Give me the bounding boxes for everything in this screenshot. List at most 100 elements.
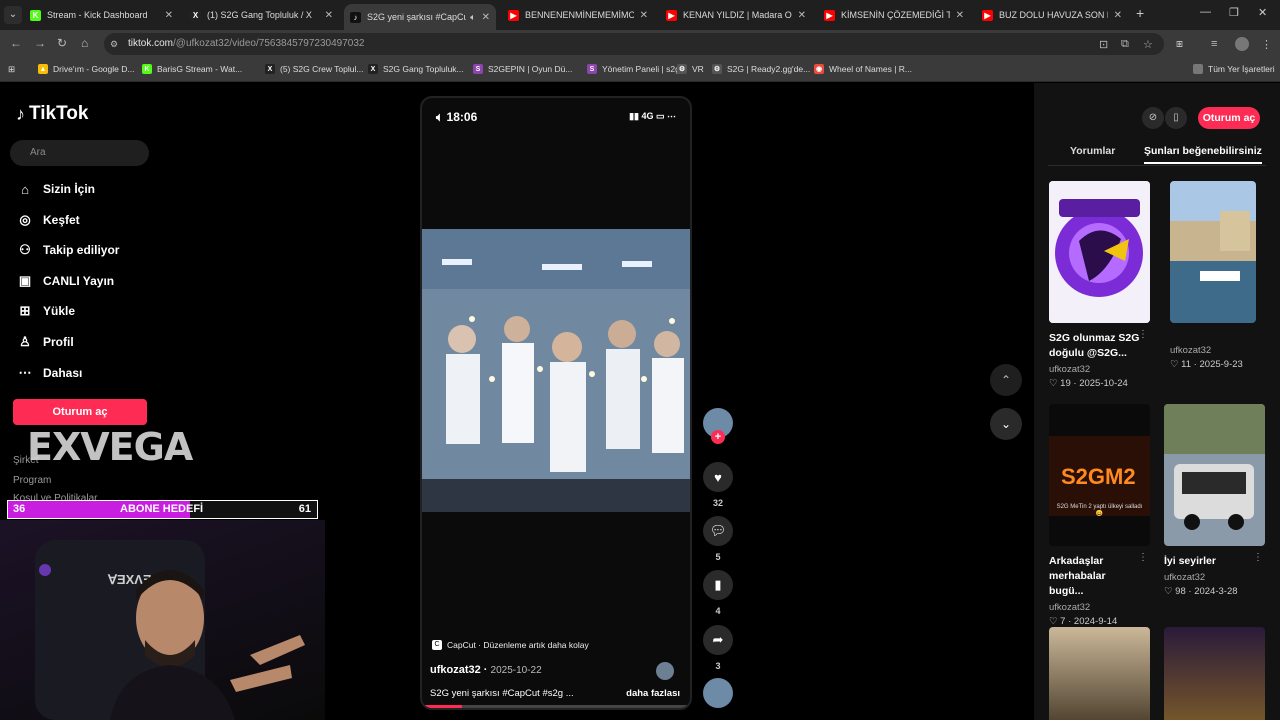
browser-tab[interactable]: ▶ BUZ DOLU HAVUZA SON DÜŞE ✕ [976, 4, 1128, 26]
bookmark-item[interactable]: ⚙ S2G | Ready2.gg'de... [712, 64, 810, 74]
login-button-top[interactable]: Oturum aç [1198, 107, 1260, 129]
share-count: 3 [715, 661, 721, 671]
back-icon[interactable]: ← [10, 36, 22, 50]
card-user: ufkozat32 [1049, 364, 1091, 375]
share-action[interactable]: ➦ 3 [703, 625, 733, 671]
phone-status-right: ▮▮ 4G ▭ ⋯ [629, 111, 676, 121]
url-path: /@ufkozat32/video/7563845797230497032 [173, 38, 365, 49]
recommended-card[interactable]: ⋮ İyi seyirler ufkozat32 ♡ 98 · 2024-3-2… [1164, 404, 1265, 597]
tab-close-icon[interactable]: ✕ [325, 10, 333, 21]
bookmark-item[interactable]: K BarisG Stream - Wat... [142, 64, 242, 74]
media-icon[interactable]: ≡ [1211, 38, 1217, 50]
device-icon[interactable]: ▯ [1165, 107, 1187, 129]
sidebar-item[interactable]: ⊞ Yükle [16, 301, 75, 321]
extensions-icon[interactable]: ⧆ [1176, 38, 1183, 51]
tab-search-button[interactable]: ⌄ [4, 6, 22, 24]
folder-icon [1193, 64, 1203, 74]
bookmark-item[interactable]: ◉ Wheel of Names | R... [814, 64, 912, 74]
sidebar-item[interactable]: ⌂ Sizin İçin [16, 179, 95, 199]
translate-icon[interactable]: ⊡ [1099, 38, 1108, 51]
heart-outline-icon: ♡ [1049, 616, 1058, 627]
bookmark-label: Yönetim Paneli | s2g... [602, 64, 687, 74]
save-action[interactable]: ▮ 4 [703, 570, 733, 616]
cast-icon[interactable]: ⧉ [1121, 38, 1129, 51]
card-more-icon[interactable]: ⋮ [1253, 552, 1263, 563]
video-author[interactable]: ufkozat32 · 2025-10-22 [430, 664, 542, 676]
card-more-icon[interactable]: ⋮ [1138, 329, 1148, 340]
bookmark-favicon-icon: ⚙ [712, 64, 722, 74]
video-player[interactable]: 🔈︎ 18:06 ▮▮ 4G ▭ ⋯ C CapCut · Düzenleme a… [420, 96, 692, 710]
site-info-icon[interactable]: ⚙ [110, 39, 118, 50]
browser-menu-icon[interactable]: ⋮ [1261, 38, 1272, 51]
login-button[interactable]: Oturum aç [13, 399, 147, 425]
bookmark-item[interactable]: X (5) S2G Crew Toplul... [265, 64, 363, 74]
tiktok-logo[interactable]: ♪ TikTok [16, 103, 88, 125]
all-bookmarks[interactable]: Tüm Yer İşaretleri [1193, 64, 1275, 74]
recommended-card[interactable]: ⋮ S2G olunmaz S2G doğulu @S2G... ufkozat… [1049, 181, 1150, 389]
creator-avatar[interactable]: + [703, 408, 733, 444]
apps-icon[interactable]: ⊞ [8, 64, 15, 75]
sidebar-item[interactable]: ◎ Keşfet [16, 210, 79, 230]
browser-tab[interactable]: ♪ S2G yeni şarkısı #CapCut #🔈︎ ✕ [344, 4, 496, 30]
recommended-card[interactable]: ⋮ ufkozat32 ♡ 11 · 2025-9-23 [1170, 181, 1280, 370]
bookmark-label: Wheel of Names | R... [829, 64, 912, 74]
tab-close-icon[interactable]: ✕ [1114, 10, 1122, 21]
reload-icon[interactable]: ↻ [57, 36, 67, 50]
get-app-icon[interactable]: ⊘ [1142, 107, 1164, 129]
video-menu-icon[interactable]: ⋯ [667, 111, 676, 121]
card-title: S2G olunmaz S2G doğulu @S2G... [1049, 332, 1140, 359]
music-disc-avatar[interactable] [656, 662, 674, 680]
video-progress-bar[interactable] [422, 705, 690, 708]
tab-close-icon[interactable]: ✕ [956, 10, 964, 21]
bookmark-item[interactable]: S S2GEPIN | Oyun Dü... [473, 64, 572, 74]
footer-link[interactable]: Program [13, 475, 51, 486]
recommended-card-thumbnail[interactable] [1164, 627, 1265, 720]
music-avatar[interactable] [703, 678, 733, 708]
tab-close-icon[interactable]: ✕ [165, 10, 173, 21]
forward-icon[interactable]: → [34, 36, 46, 50]
bookmark-item[interactable]: ⚙ VR [677, 64, 704, 74]
home-icon: ⌂ [21, 181, 29, 197]
home-icon[interactable]: ⌂ [81, 36, 88, 50]
bookmark-item[interactable]: ▲ Drive'ım - Google D... [38, 64, 134, 74]
bookmark-star-icon[interactable]: ☆ [1143, 38, 1153, 51]
sidebar-item[interactable]: ▣ CANLI Yayın [16, 271, 114, 291]
tab-you-may-like[interactable]: Şunları beğenebilirsiniz [1144, 145, 1262, 164]
tab-close-icon[interactable]: ✕ [798, 10, 806, 21]
follow-plus-icon[interactable]: + [711, 430, 725, 444]
next-video-button[interactable]: ⌄ [990, 408, 1022, 440]
recommended-card-thumbnail[interactable] [1049, 627, 1150, 720]
more-caption-button[interactable]: daha fazlası [626, 688, 680, 699]
recommended-card[interactable]: S2GM2 S2G MeTin 2 yaptı ülkeyi salladı 😄… [1049, 404, 1150, 627]
comment-action[interactable]: 💬︎ 5 [703, 516, 733, 562]
card-more-icon[interactable]: ⋮ [1138, 552, 1148, 563]
bookmark-item[interactable]: X S2G Gang Topluluk... [368, 64, 464, 74]
like-action[interactable]: ♥ 32 [703, 462, 733, 508]
browser-tab[interactable]: ▶ BENNENENMİNEMEMİMOMAN ✕ [502, 4, 654, 26]
tab-close-icon[interactable]: ✕ [482, 12, 490, 23]
browser-tab[interactable]: K Stream - Kick Dashboard ✕ [24, 4, 179, 26]
sidebar-item[interactable]: ⚇ Takip ediliyor [16, 240, 119, 260]
sidebar-item[interactable]: ♙ Profil [16, 332, 74, 352]
search-input[interactable]: Ara [10, 140, 149, 166]
following-icon: ⚇ [19, 242, 31, 257]
sidebar-item[interactable]: ⋯ Dahası [16, 363, 83, 383]
tab-audio-icon[interactable]: 🔈︎ [470, 12, 475, 23]
previous-video-button[interactable]: ⌃ [990, 364, 1022, 396]
tab-close-icon[interactable]: ✕ [640, 10, 648, 21]
card-more-icon[interactable]: ⋮ [1276, 329, 1280, 340]
profile-avatar[interactable] [1235, 37, 1249, 51]
capcut-banner[interactable]: C CapCut · Düzenleme artık daha kolay [432, 638, 589, 652]
bookmark-item[interactable]: S Yönetim Paneli | s2g... [587, 64, 687, 74]
browser-toolbar: ← → ↻ ⌂ tiktok.com/@ufkozat32/video/7563… [0, 30, 1280, 58]
minimize-icon[interactable]: — [1200, 6, 1211, 18]
volume-icon[interactable]: 🔈︎ [436, 110, 443, 124]
browser-tab[interactable]: X (1) S2G Gang Topluluk / X ✕ [184, 4, 339, 26]
close-window-icon[interactable]: ✕ [1258, 6, 1267, 19]
address-bar[interactable]: tiktok.com/@ufkozat32/video/756384579723… [104, 33, 1164, 55]
new-tab-button[interactable]: + [1136, 5, 1144, 21]
restore-icon[interactable]: ❐ [1229, 6, 1239, 19]
browser-tab[interactable]: ▶ KENAN YILDIZ | Madara Olduk ✕ [660, 4, 812, 26]
browser-tab[interactable]: ▶ KİMSENİN ÇÖZEMEDİĞİ TARİH ✕ [818, 4, 970, 26]
tab-comments[interactable]: Yorumlar [1070, 145, 1115, 157]
